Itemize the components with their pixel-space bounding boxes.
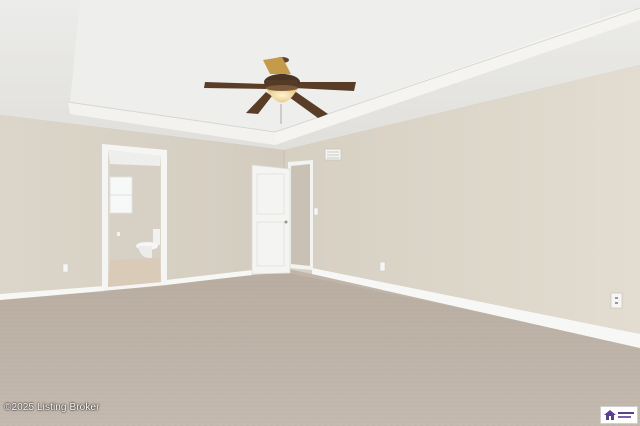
mls-house-logo-icon [604,410,634,420]
room-photo: ©2025 Listing Broker [0,0,640,426]
door-knob[interactable] [284,220,288,224]
wall-outlet[interactable] [610,292,623,309]
bathroom-tile-floor [108,258,161,287]
closet-interior [291,164,310,266]
wall-outlet[interactable] [62,263,69,273]
light-switch[interactable] [313,207,319,216]
wall-outlet[interactable] [379,261,386,272]
room-scene [0,0,640,426]
listing-watermark: ©2025 Listing Broker [4,402,100,413]
air-vent [324,148,342,161]
mls-logo-badge [600,406,638,424]
